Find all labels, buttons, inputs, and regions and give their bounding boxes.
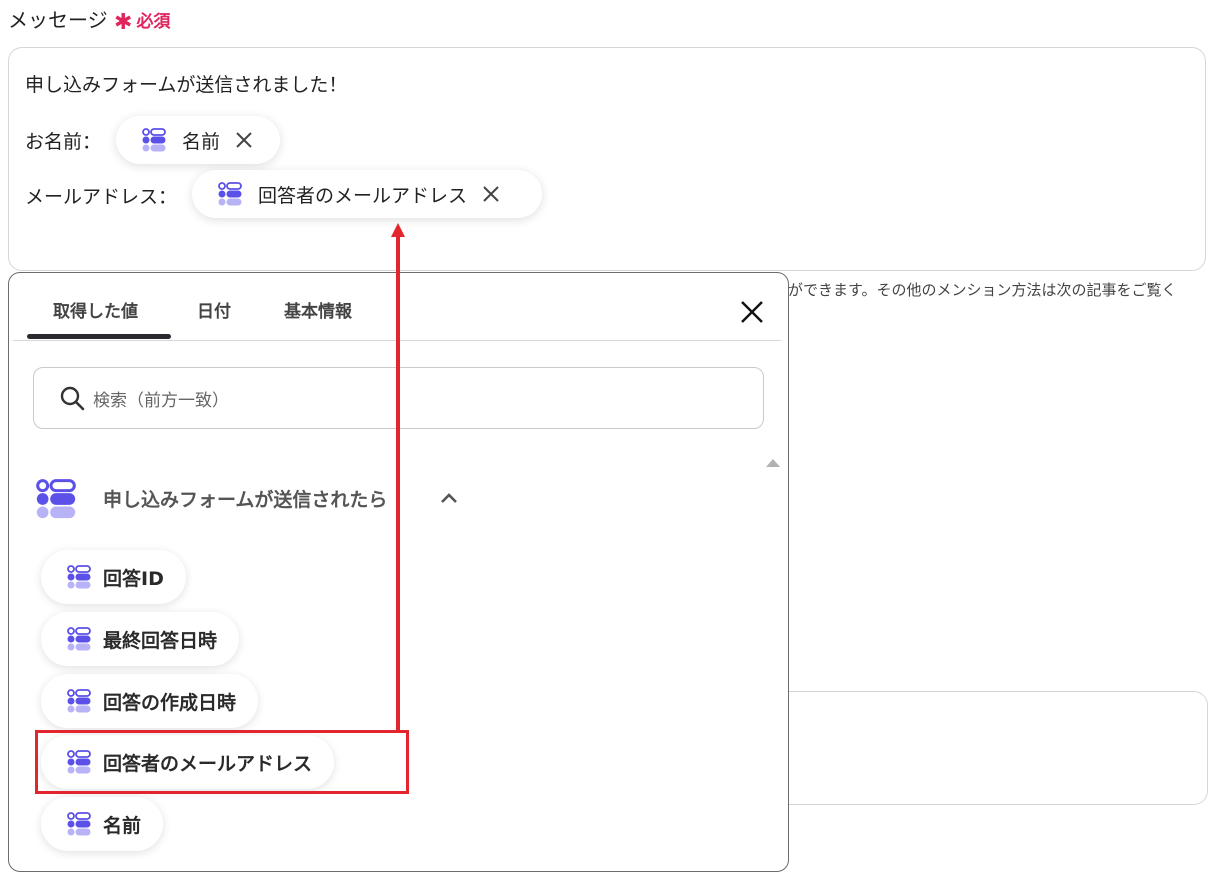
mention-chip-email[interactable]: 回答者のメールアドレス bbox=[192, 170, 542, 218]
form-data-icon bbox=[142, 128, 166, 152]
message-line-1: 申し込みフォームが送信されました！ bbox=[25, 74, 348, 96]
close-icon bbox=[741, 301, 763, 323]
search-placeholder: 検索（前方一致） bbox=[93, 390, 229, 411]
search-icon bbox=[60, 386, 85, 411]
tab-date[interactable]: 日付 bbox=[197, 297, 231, 322]
variable-item-response-id[interactable]: 回答ID bbox=[41, 550, 186, 604]
form-data-icon bbox=[67, 627, 91, 651]
mention-chip-name-label: 名前 bbox=[182, 130, 221, 153]
close-icon[interactable] bbox=[481, 184, 501, 204]
help-text: ができます。その他のメンション方法は次の記事をご覧く bbox=[788, 281, 1177, 299]
tab-acquired-values[interactable]: 取得した値 bbox=[53, 297, 138, 322]
scroll-up-arrow[interactable] bbox=[766, 459, 780, 467]
close-popup-button[interactable] bbox=[737, 297, 767, 327]
field-label: メッセージ bbox=[8, 8, 108, 32]
form-data-icon bbox=[67, 689, 91, 713]
asterisk-icon: ✱ bbox=[114, 10, 133, 35]
tab-basic-info[interactable]: 基本情報 bbox=[284, 297, 352, 322]
chevron-up-icon[interactable] bbox=[439, 491, 459, 505]
annotation-arrow-head-icon bbox=[391, 223, 405, 237]
mention-chip-email-label: 回答者のメールアドレス bbox=[258, 184, 468, 207]
form-data-icon bbox=[67, 565, 91, 589]
form-data-icon bbox=[218, 182, 242, 206]
form-data-icon bbox=[35, 479, 77, 519]
group-header-label[interactable]: 申し込みフォームが送信されたら bbox=[103, 485, 387, 512]
message-name-prefix: お名前： bbox=[25, 131, 102, 153]
background-input-field[interactable] bbox=[788, 691, 1208, 805]
variable-item-last-response-time[interactable]: 最終回答日時 bbox=[41, 612, 240, 666]
form-data-icon bbox=[67, 812, 91, 836]
message-email-prefix: メールアドレス： bbox=[25, 186, 178, 208]
variable-item-name[interactable]: 名前 bbox=[41, 797, 164, 851]
annotation-highlight-box bbox=[35, 730, 409, 794]
mention-chip-name[interactable]: 名前 bbox=[116, 116, 280, 164]
active-tab-indicator bbox=[27, 334, 171, 339]
annotation-arrow-shaft bbox=[396, 236, 400, 733]
variable-item-created-time[interactable]: 回答の作成日時 bbox=[41, 674, 259, 728]
required-badge: ✱ 必須 bbox=[114, 10, 171, 35]
close-icon[interactable] bbox=[234, 130, 254, 150]
